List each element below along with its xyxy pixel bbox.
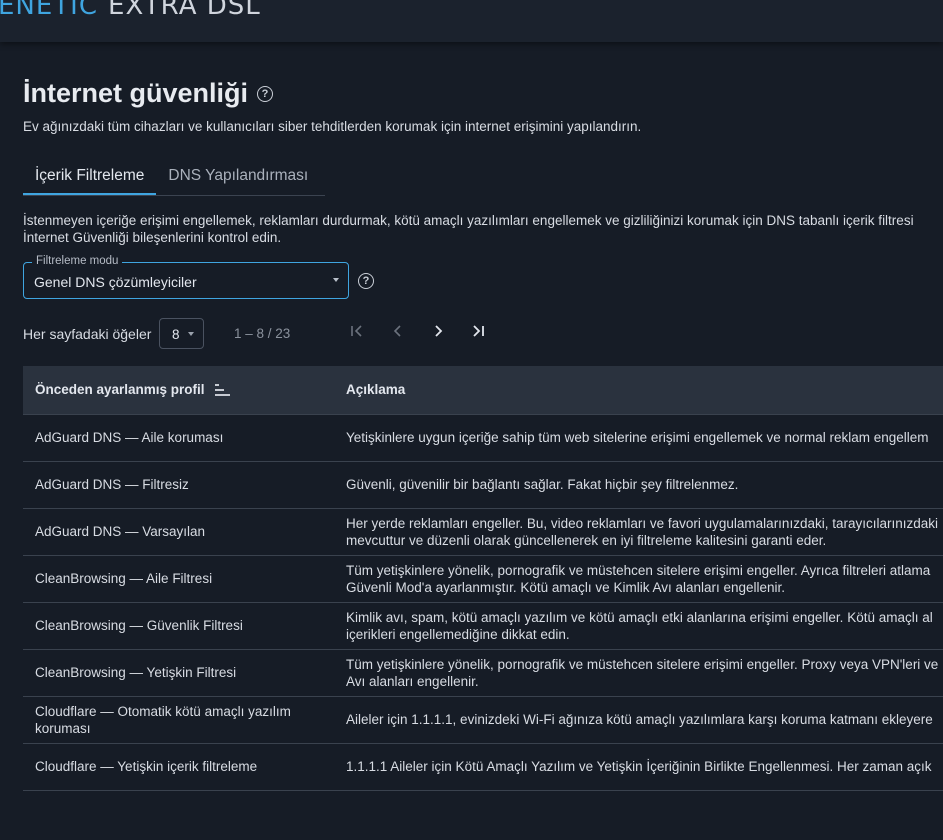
items-per-page-select[interactable]: 8 [159,318,204,349]
description-cell: Her yerde reklamları engeller. Bu, video… [334,508,943,556]
next-page-icon[interactable] [429,322,447,340]
description-line: mevcuttur ve düzenli olarak güncellenere… [346,532,827,548]
column-header-profile[interactable]: Önceden ayarlanmış profil [23,366,334,415]
profiles-table: Önceden ayarlanmış profil Açıklama AdGua… [23,366,943,791]
description-line: Güvenli, güvenilir bir bağlantı sağlar. … [346,477,739,492]
description-line: Tüm yetişkinlere yönelik, pornografik ve… [346,656,939,672]
tab-dns-configuration[interactable]: DNS Yapılandırması [156,161,320,195]
items-per-page-label: Her sayfadaki öğeler [23,326,152,342]
description-line: 1.1.1.1 Aileler için Kötü Amaçlı Yazılım… [346,759,932,774]
help-icon[interactable]: ? [358,273,374,289]
profile-cell: AdGuard DNS — Aile koruması [23,414,334,462]
table-row[interactable]: CleanBrowsing — Yetişkin Filtresi Tüm ye… [23,649,943,697]
page-subtitle: Ev ağınızdaki tüm cihazları ve kullanıcı… [23,119,642,134]
profile-cell: AdGuard DNS — Varsayılan [23,508,334,556]
page-range: 1 – 8 / 23 [234,326,291,341]
description-line: içerikleri engellemediğine dikkat edin. [346,626,570,642]
section-description: İstenmeyen içeriğe erişimi engellemek, r… [23,212,943,246]
table-header-row: Önceden ayarlanmış profil Açıklama [23,366,943,415]
profile-cell: CleanBrowsing — Yetişkin Filtresi [23,649,334,697]
description-cell: Yetişkinlere uygun içeriğe sahip tüm web… [334,414,943,462]
chevron-down-icon [188,332,194,336]
profile-cell: Cloudflare — Yetişkin içerik filtreleme [23,743,334,791]
description-cell: Tüm yetişkinlere yönelik, pornografik ve… [334,649,943,697]
profile-cell: Cloudflare — Otomatik kötü amaçlı yazılı… [23,696,334,744]
tab-bar: İçerik Filtreleme DNS Yapılandırması [23,161,325,196]
profile-cell: AdGuard DNS — Filtresiz [23,461,334,509]
description-line: Yetişkinlere uygun içeriğe sahip tüm web… [346,430,929,445]
description-cell: Aileler için 1.1.1.1, evinizdeki Wi-Fi a… [334,696,943,744]
table-row[interactable]: AdGuard DNS — Aile koruması Yetişkinlere… [23,414,943,462]
description-line: Avı alanları engellenir. [346,673,479,689]
description-cell: Güvenli, güvenilir bir bağlantı sağlar. … [334,461,943,509]
help-icon[interactable]: ? [257,85,274,102]
column-header-description[interactable]: Açıklama [334,366,943,415]
table-row[interactable]: Cloudflare — Otomatik kötü amaçlı yazılı… [23,696,943,744]
description-cell: 1.1.1.1 Aileler için Kötü Amaçlı Yazılım… [334,743,943,791]
chevron-down-icon [333,278,339,282]
profile-cell: CleanBrowsing — Aile Filtresi [23,555,334,603]
filter-mode-select[interactable]: Filtreleme modu Genel DNS çözümleyiciler [23,255,349,299]
description-line-1: İstenmeyen içeriğe erişimi engellemek, r… [23,213,914,228]
brand-logo[interactable]: ENETIC EXTRA DSL [0,0,261,21]
filter-mode-value: Genel DNS çözümleyiciler [34,274,197,290]
description-cell: Kimlik avı, spam, kötü amaçlı yazılım ve… [334,602,943,650]
description-line: Her yerde reklamları engeller. Bu, video… [346,515,939,531]
logo-part1: ENETIC [0,0,99,21]
description-line-2: İnternet Güvenliği bileşenlerini kontrol… [23,230,282,245]
page-title: İnternet güvenliği [23,78,249,108]
column-header-profile-label: Önceden ayarlanmış profil [35,382,205,398]
tab-content-filtering[interactable]: İçerik Filtreleme [23,161,157,195]
profile-cell: CleanBrowsing — Güvenlik Filtresi [23,602,334,650]
table-row[interactable]: AdGuard DNS — Varsayılan Her yerde rekla… [23,508,943,556]
filter-mode-label: Filtreleme modu [32,255,123,267]
description-line: Aileler için 1.1.1.1, evinizdeki Wi-Fi a… [346,712,933,727]
last-page-icon[interactable] [469,322,487,340]
first-page-icon[interactable] [348,322,366,340]
table-row[interactable]: Cloudflare — Yetişkin içerik filtreleme … [23,743,943,791]
description-line: Tüm yetişkinlere yönelik, pornografik ve… [346,562,931,578]
top-bar: ENETIC EXTRA DSL [0,0,943,42]
logo-part2: EXTRA DSL [108,0,261,21]
table-row[interactable]: AdGuard DNS — Filtresiz Güvenli, güvenil… [23,461,943,509]
description-cell: Tüm yetişkinlere yönelik, pornografik ve… [334,555,943,603]
prev-page-icon[interactable] [389,322,407,340]
table-row[interactable]: CleanBrowsing — Güvenlik Filtresi Kimlik… [23,602,943,650]
sort-icon[interactable] [214,383,232,397]
table-row[interactable]: CleanBrowsing — Aile Filtresi Tüm yetişk… [23,555,943,603]
description-line: Kimlik avı, spam, kötü amaçlı yazılım ve… [346,609,933,625]
page-title-row: İnternet güvenliği ? [23,78,274,109]
description-line: Güvenli Mod'a ayarlanmıştır. Kötü amaçlı… [346,579,786,595]
items-per-page-value: 8 [172,327,180,342]
